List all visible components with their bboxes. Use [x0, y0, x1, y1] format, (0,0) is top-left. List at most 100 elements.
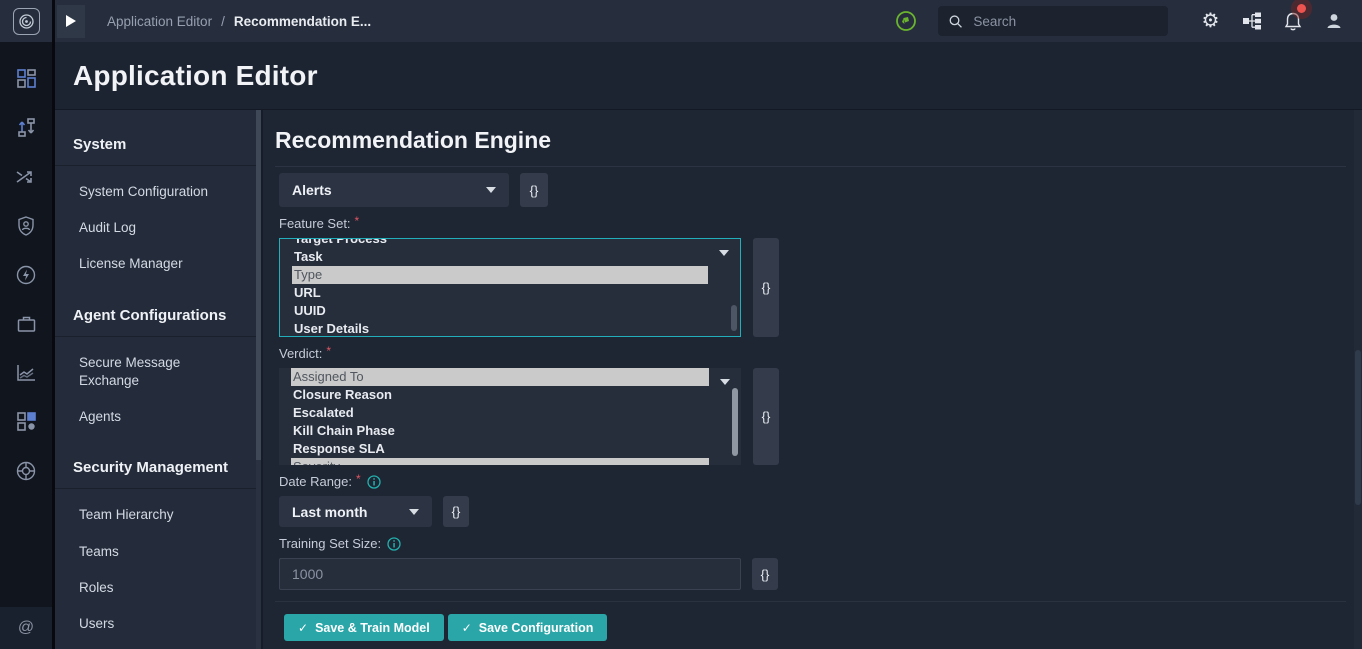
sidebar-scrollbar[interactable]: [256, 110, 261, 649]
breadcrumb-current: Recommendation E...: [234, 14, 371, 29]
date-range-json-button[interactable]: {}: [443, 496, 469, 527]
feature-set-scrollbar-thumb[interactable]: [731, 305, 737, 331]
settings-gear-button[interactable]: ⚙: [1190, 0, 1231, 42]
save-configuration-label: Save Configuration: [479, 621, 594, 635]
automation-bolt-icon[interactable]: [0, 250, 52, 299]
info-icon[interactable]: [367, 475, 381, 489]
save-train-model-label: Save & Train Model: [315, 621, 430, 635]
feature-set-option[interactable]: Type: [292, 266, 708, 284]
sitemap-icon: [1242, 12, 1262, 30]
rail-icon-list: [0, 42, 52, 607]
chevron-down-icon: [409, 509, 419, 515]
sidebar-item[interactable]: Secure Message Exchange: [79, 345, 231, 399]
feature-set-json-button[interactable]: {}: [753, 238, 779, 337]
rail-bottom-cell: @: [0, 607, 52, 649]
sidebar-item[interactable]: Audit Log: [79, 210, 231, 246]
user-menu-button[interactable]: [1313, 0, 1354, 42]
training-set-size-json-button[interactable]: {}: [752, 558, 778, 590]
sidebar-item[interactable]: License Manager: [79, 246, 231, 282]
info-icon[interactable]: [387, 537, 401, 551]
dashboard-icon[interactable]: [0, 54, 52, 103]
panel-title: Recommendation Engine: [275, 127, 1346, 154]
training-set-size-input[interactable]: [279, 558, 741, 590]
widgets-icon[interactable]: [0, 397, 52, 446]
sidebar-divider: [55, 488, 261, 489]
sidebar-scrollbar-thumb[interactable]: [256, 110, 261, 460]
main-scrollbar[interactable]: [1354, 110, 1362, 649]
verdict-option[interactable]: Closure Reason: [291, 386, 709, 404]
bell-icon: [1283, 11, 1303, 32]
training-set-size-row: {}: [279, 558, 1346, 590]
notifications-button[interactable]: [1272, 0, 1313, 42]
feature-set-row: Target ProcessTaskTypeURLUUIDUser Detail…: [279, 238, 1346, 337]
sidebar-item[interactable]: System Configuration: [79, 174, 231, 210]
date-range-select[interactable]: Last month: [279, 496, 432, 527]
reports-chart-icon[interactable]: [0, 348, 52, 397]
briefcase-icon[interactable]: [0, 299, 52, 348]
feature-set-option[interactable]: UUID: [292, 302, 708, 320]
feature-set-option[interactable]: Target Process: [292, 238, 708, 248]
module-json-button[interactable]: {}: [520, 173, 548, 207]
verdict-option[interactable]: Assigned To: [291, 368, 709, 386]
sitemap-button[interactable]: [1231, 0, 1272, 42]
required-asterisk: *: [326, 344, 331, 358]
sidebar-divider: [55, 336, 261, 337]
mentions-icon[interactable]: @: [18, 619, 34, 637]
search-box[interactable]: [938, 6, 1168, 36]
play-icon: [66, 15, 76, 27]
logo-cell: [0, 0, 52, 42]
sidebar-item[interactable]: Roles: [79, 570, 231, 606]
feature-set-option[interactable]: User Details: [292, 320, 708, 337]
shield-user-icon[interactable]: [0, 201, 52, 250]
verdict-listbox[interactable]: Assigned ToClosure ReasonEscalatedKill C…: [279, 368, 741, 465]
save-configuration-button[interactable]: ✓ Save Configuration: [448, 614, 608, 641]
date-range-row: Last month {}: [279, 496, 1346, 527]
feature-set-option[interactable]: Task: [292, 248, 708, 266]
feature-set-label: Feature Set:: [279, 216, 351, 231]
date-range-label: Date Range:: [279, 474, 352, 489]
verdict-option[interactable]: Severity: [291, 458, 709, 465]
shuffle-icon[interactable]: [0, 152, 52, 201]
verdict-row: Assigned ToClosure ReasonEscalatedKill C…: [279, 368, 1346, 465]
sidebar-items-system: System ConfigurationAudit LogLicense Man…: [73, 174, 251, 283]
import-export-icon[interactable]: [0, 103, 52, 152]
search-input[interactable]: [971, 13, 1157, 30]
gear-icon: ⚙: [1202, 11, 1220, 31]
check-icon: ✓: [462, 621, 472, 635]
panel-divider: [275, 166, 1346, 167]
training-set-size-label-row: Training Set Size:: [279, 536, 1346, 551]
save-train-model-button[interactable]: ✓ Save & Train Model: [284, 614, 444, 641]
status-connected-icon[interactable]: [894, 9, 918, 33]
main-scrollbar-thumb[interactable]: [1355, 350, 1361, 505]
module-select[interactable]: Alerts: [279, 173, 509, 207]
sidebar-items-security-management: Team HierarchyTeamsRolesUsers: [73, 497, 251, 642]
sidebar-item[interactable]: Teams: [79, 534, 231, 570]
sidebar-item[interactable]: Agents: [79, 399, 231, 435]
verdict-scrollbar-thumb[interactable]: [732, 388, 738, 456]
sidebar-item[interactable]: Team Hierarchy: [79, 497, 231, 533]
verdict-option[interactable]: Escalated: [291, 404, 709, 422]
sidebar-divider: [55, 165, 261, 166]
feature-set-listbox[interactable]: Target ProcessTaskTypeURLUUIDUser Detail…: [279, 238, 741, 337]
check-icon: ✓: [298, 621, 308, 635]
footer-buttons: ✓ Save & Train Model ✓ Save Configuratio…: [284, 614, 1346, 641]
training-set-size-label: Training Set Size:: [279, 536, 381, 551]
chevron-down-icon: [720, 379, 730, 385]
feature-set-option[interactable]: URL: [292, 284, 708, 302]
application-window: @ Application Editor / Recommendation E.…: [0, 0, 1362, 649]
help-ring-icon[interactable]: [0, 446, 52, 495]
sidebar-item[interactable]: Users: [79, 606, 231, 642]
required-asterisk: *: [355, 214, 360, 228]
verdict-label-row: Verdict:*: [279, 346, 1346, 361]
verdict-json-button[interactable]: {}: [753, 368, 779, 465]
breadcrumb-parent[interactable]: Application Editor: [107, 14, 212, 29]
top-bar: Application Editor / Recommendation E...: [55, 0, 1362, 42]
main-column: Application Editor / Recommendation E...: [55, 0, 1362, 649]
expand-menu-button[interactable]: [57, 5, 85, 38]
module-row: Alerts {}: [279, 173, 1346, 207]
verdict-option[interactable]: Kill Chain Phase: [291, 422, 709, 440]
sidebar-items-agent-configurations: Secure Message ExchangeAgents: [73, 345, 251, 436]
sidebar-section-security-management: Security Management: [73, 459, 251, 476]
app-logo[interactable]: [13, 8, 40, 35]
verdict-option[interactable]: Response SLA: [291, 440, 709, 458]
